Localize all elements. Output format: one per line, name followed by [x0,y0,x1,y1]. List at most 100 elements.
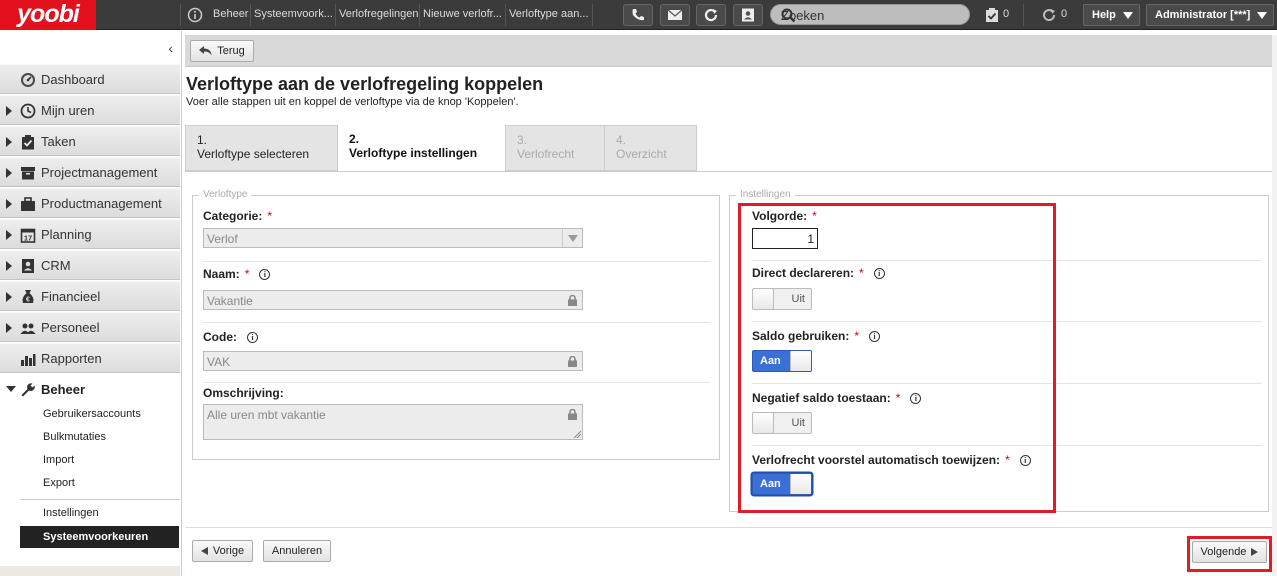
search-input[interactable]: Zoeken [770,4,970,25]
sync-count: 0 [1061,8,1068,20]
divider [1023,4,1024,26]
envelope-icon [667,9,683,21]
sidebar-subitem-bulkmutaties[interactable]: Bulkmutaties [43,431,106,443]
scrollbar[interactable] [1272,35,1277,576]
sidebar-item-mijn-uren[interactable]: Mijn uren [0,95,180,125]
user-menu[interactable]: Administrator [***] [1146,4,1274,26]
caret-down-icon [1123,12,1133,19]
step-verloftype-selecteren[interactable]: 1. Verloftype selecteren [186,126,338,170]
sidebar-item-label: Beheer [41,382,86,397]
search-icon[interactable] [781,8,963,23]
dropdown-arrow-icon[interactable] [562,229,582,247]
help-menu[interactable]: Help [1083,4,1140,26]
sidebar-item-productmanagement[interactable]: Productmanagement [0,188,180,218]
vorige-button[interactable]: Vorige [192,540,253,562]
breadcrumb-verlofregelingen[interactable]: Verlofregelingen [339,8,419,20]
help-label: Help [1092,9,1116,21]
fieldset-legend: Instellingen [736,189,795,200]
sidebar-subitem-import[interactable]: Import [43,454,74,466]
dashboard-icon [20,72,36,88]
sidebar-item-label: Productmanagement [41,196,162,211]
sidebar-item-label: Planning [41,227,92,242]
back-button[interactable]: Terug [190,40,254,62]
volgende-button[interactable]: Volgende [1192,541,1267,563]
expand-arrow-icon [6,168,12,178]
expand-arrow-icon [6,292,12,302]
sidebar-subitem-systeemvoorkeuren[interactable]: Systeemvoorkeuren [20,526,179,548]
lock-icon [568,295,577,306]
categorie-label-text: Categorie: [203,209,263,223]
tasks-checkbox-icon[interactable] [985,7,999,23]
refresh-icon [703,7,719,23]
vorige-label: Vorige [212,545,245,557]
triangle-left-icon [200,547,208,555]
divider [505,4,506,26]
resize-handle-icon[interactable] [573,430,581,438]
lock-icon [568,409,577,420]
breadcrumb-beheer[interactable]: Beheer [213,8,248,20]
breadcrumb-nieuwe-verlofregeling[interactable]: Nieuwe verlofr... [423,8,502,20]
step-verloftype-instellingen[interactable]: 2. Verloftype instellingen [338,125,506,171]
sidebar-item-rapporten[interactable]: Rapporten [0,343,180,373]
sidebar-subitem-export[interactable]: Export [43,477,75,489]
sidebar-subitem-gebruikersaccounts[interactable]: Gebruikersaccounts [43,408,141,420]
page-subtitle: Voer alle stappen uit en koppel de verlo… [186,96,519,108]
breadcrumb-systeemvoorkeuren[interactable]: Systeemvoork... [254,8,333,20]
tasks-count: 0 [1003,8,1010,20]
omschrijving-value: Alle uren mbt vakantie [207,408,326,422]
divider [203,382,710,383]
naam-label: Naam: * i [203,267,271,281]
sidebar-item-label: Financieel [41,289,101,304]
sidebar-item-financieel[interactable]: € Financieel [0,281,180,311]
info-icon[interactable]: i [259,268,271,280]
clipboard-icon [20,134,36,150]
sidebar-item-dashboard[interactable]: Dashboard [0,64,180,94]
clock-icon [20,103,36,119]
divider [419,4,420,26]
step-label: Verloftype instellingen [349,146,478,160]
project-box-icon [20,165,36,181]
back-label: Terug [217,45,245,57]
contacts-button[interactable] [733,4,763,26]
naam-label-text: Naam: [203,267,240,281]
expand-arrow-icon [6,230,12,240]
divider [250,4,251,26]
sidebar-item-projectmanagement[interactable]: Projectmanagement [0,157,180,187]
calendar-icon: 17 [20,227,36,243]
sidebar-item-planning[interactable]: 17 Planning [0,219,180,249]
phone-button[interactable] [623,4,653,26]
lock-icon [568,356,577,367]
yoobi-logo[interactable]: yoobi [0,0,96,30]
sync-icon[interactable] [1041,7,1057,23]
mail-button[interactable] [660,4,690,26]
user-label: Administrator [***] [1155,9,1251,21]
required-marker: * [267,209,273,223]
annuleren-label: Annuleren [271,545,323,557]
refresh-button[interactable] [696,4,726,26]
step-label: Verloftype selecteren [197,147,310,161]
sidebar-item-crm[interactable]: CRM [0,250,180,280]
info-icon[interactable]: i [247,331,258,343]
step-verlofrecht: 3. Verlofrecht [506,126,605,170]
info-circle-icon[interactable] [187,7,203,23]
breadcrumb-verloftype[interactable]: Verloftype aan... [509,8,589,20]
sidebar-item-label: Personeel [41,320,100,335]
volgende-label: Volgende [1200,546,1247,558]
caret-down-icon [1257,12,1267,19]
sidebar-footer [0,566,180,576]
wizard-steps: 1. Verloftype selecteren 2. Verloftype i… [185,125,697,171]
sidebar-item-label: Taken [41,134,76,149]
sidebar-item-beheer[interactable]: Beheer [0,377,180,403]
sidebar-item-personeel[interactable]: Personeel [0,312,180,342]
sidebar-subitem-instellingen[interactable]: Instellingen [43,507,99,519]
divider [203,322,710,323]
omschrijving-label-text: Omschrijving: [203,386,284,400]
expand-arrow-icon [6,323,12,333]
step-label: Verlofrecht [517,147,575,161]
svg-text:€: € [26,297,30,304]
sidebar-item-label: CRM [41,258,71,273]
sidebar-item-taken[interactable]: Taken [0,126,180,156]
annuleren-button[interactable]: Annuleren [263,540,331,562]
collapse-sidebar-icon[interactable]: ‹ [168,40,173,56]
categorie-select[interactable]: Verlof [203,228,583,248]
